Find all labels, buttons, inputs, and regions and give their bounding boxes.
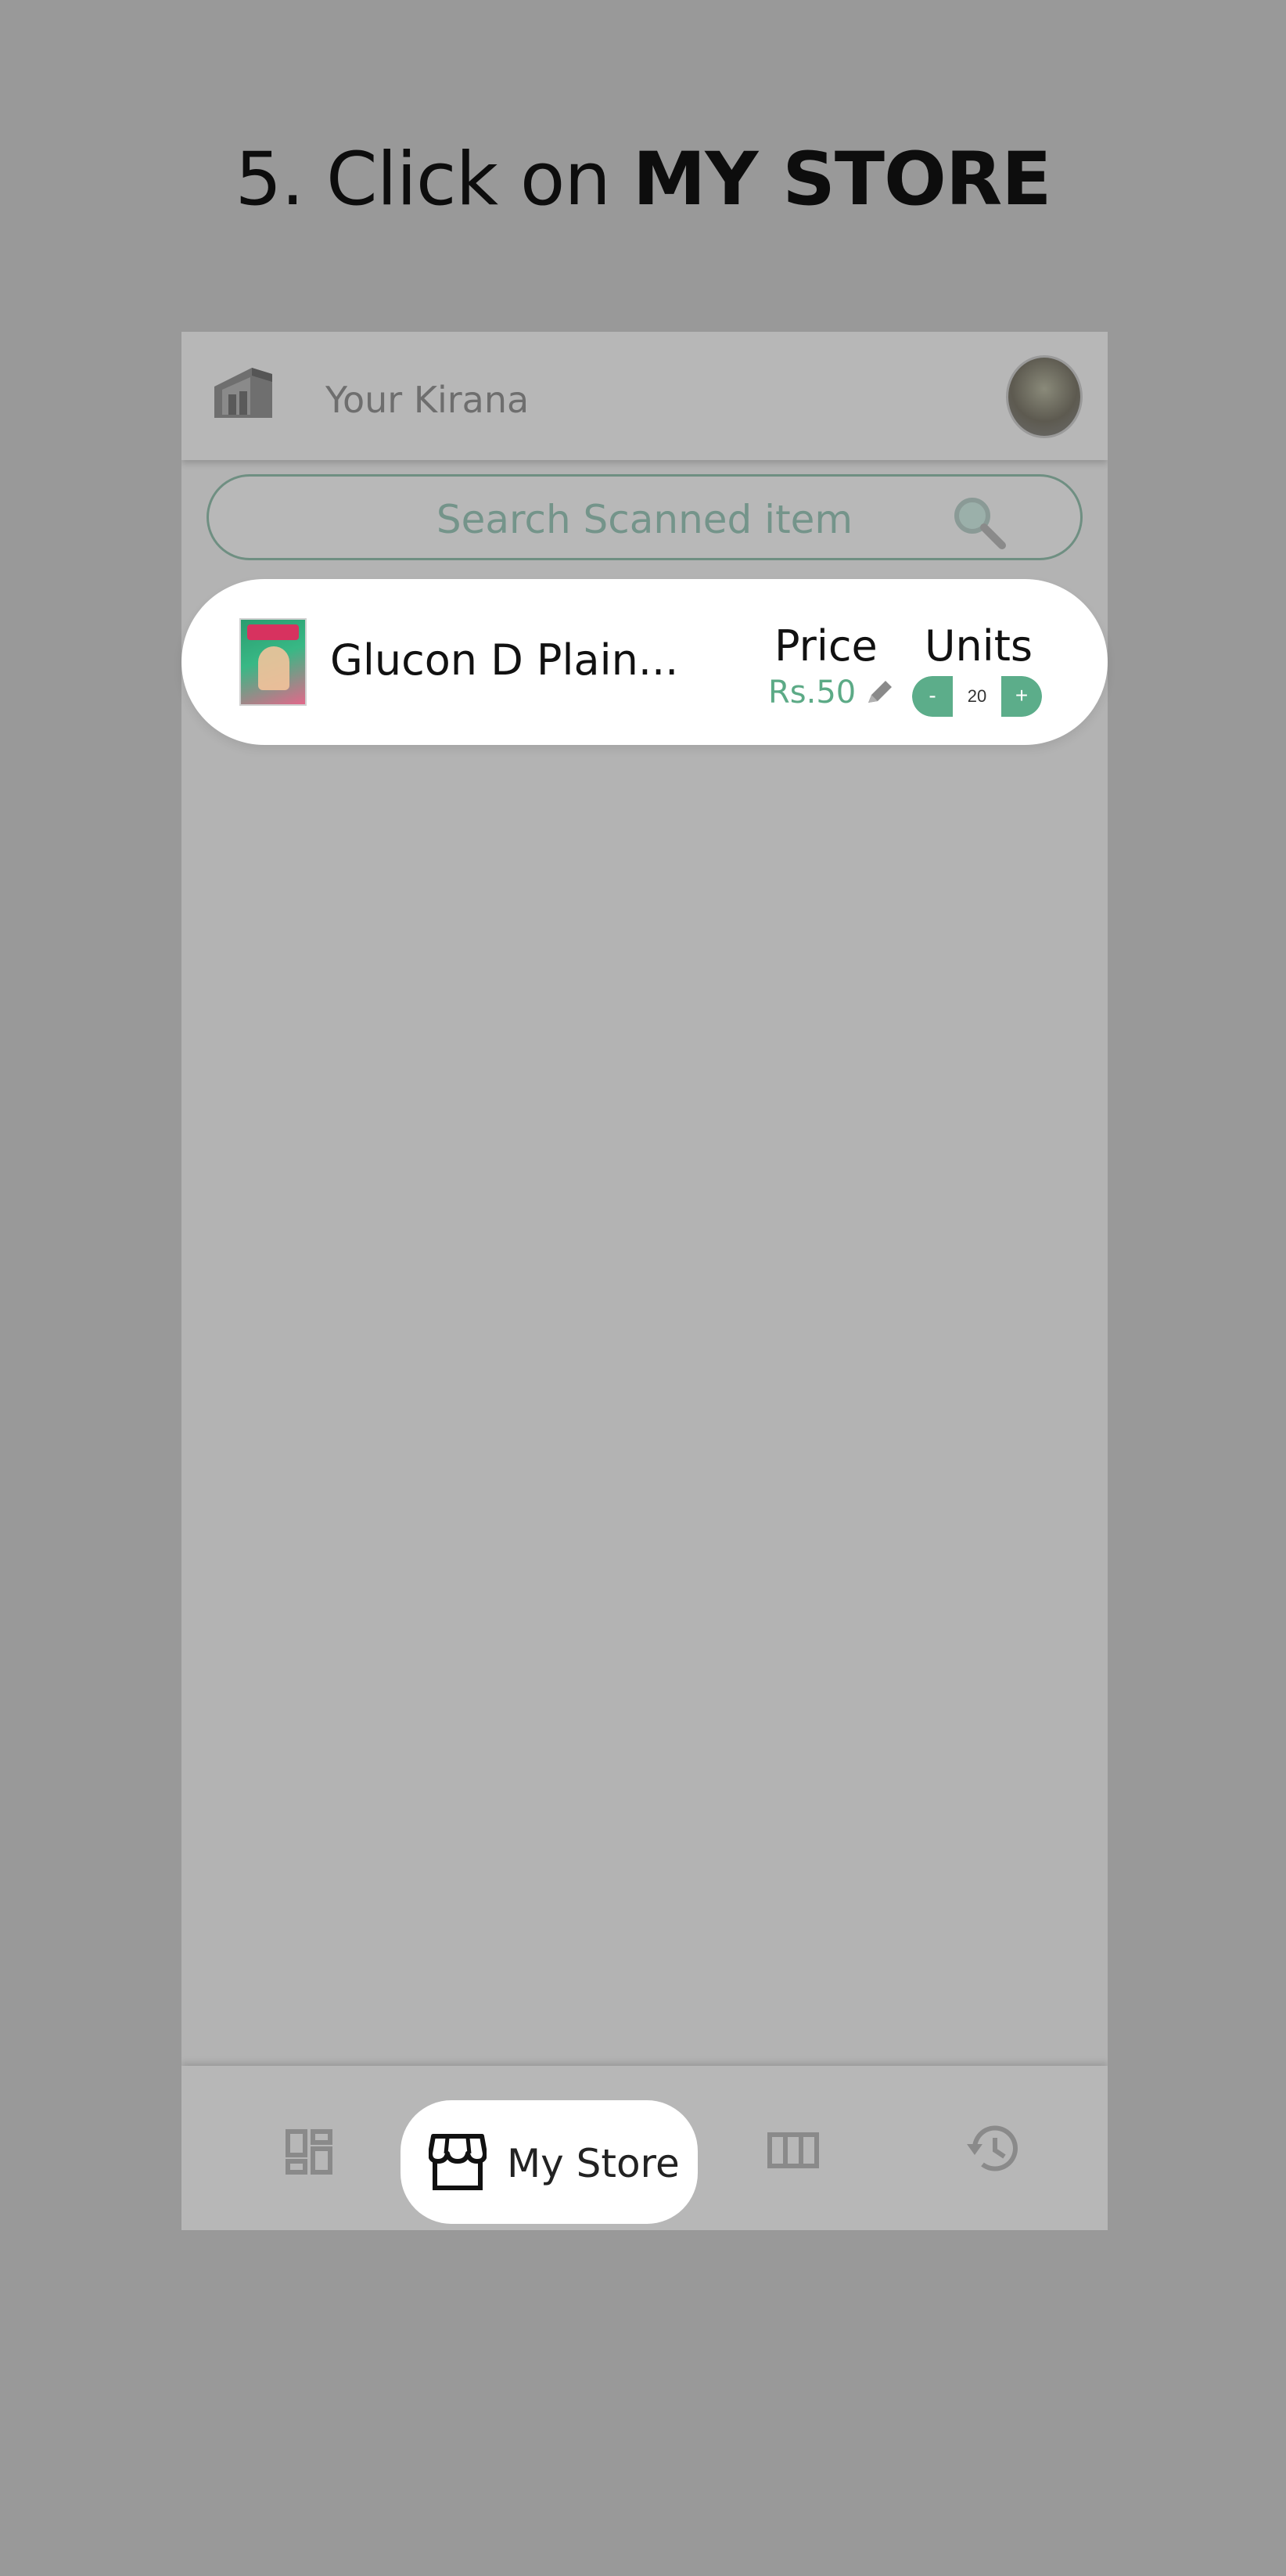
quantity-value[interactable]: 20	[953, 676, 1001, 717]
history-icon[interactable]	[959, 2097, 1029, 2199]
user-avatar[interactable]	[1006, 355, 1083, 438]
increment-button[interactable]: +	[1001, 676, 1042, 717]
nav-my-store-label: My Store	[507, 2141, 680, 2186]
price-label: Price	[774, 621, 878, 671]
product-brand-tag	[247, 624, 299, 640]
app-title: Your Kirana	[325, 379, 530, 421]
search-input[interactable]: Search Scanned item	[207, 474, 1083, 560]
product-image	[239, 618, 307, 706]
decrement-button[interactable]: -	[912, 676, 953, 717]
quantity-stepper: - 20 +	[912, 676, 1042, 717]
price-value: Rs.50	[768, 675, 857, 711]
instruction-text: 5. Click on MY STORE	[0, 137, 1286, 222]
search-icon[interactable]	[949, 492, 1010, 553]
dashboard-icon[interactable]	[274, 2097, 344, 2199]
storefront-icon	[429, 2134, 487, 2190]
product-name: Glucon D Plain...	[330, 635, 679, 685]
instruction-prefix: 5. Click on	[235, 137, 633, 222]
columns-icon[interactable]	[760, 2097, 831, 2199]
product-figure	[258, 646, 289, 690]
instruction-emphasis: MY STORE	[632, 137, 1052, 222]
bottom-navigation: My Store	[181, 2066, 1108, 2230]
edit-price-icon[interactable]	[864, 676, 896, 709]
scanned-item-card[interactable]: Glucon D Plain... Price Rs.50 Units - 20…	[181, 579, 1108, 745]
app-bar: Your Kirana	[181, 332, 1108, 460]
units-label: Units	[925, 621, 1033, 671]
nav-my-store-button[interactable]: My Store	[401, 2100, 698, 2224]
store-logo-icon	[214, 368, 272, 418]
